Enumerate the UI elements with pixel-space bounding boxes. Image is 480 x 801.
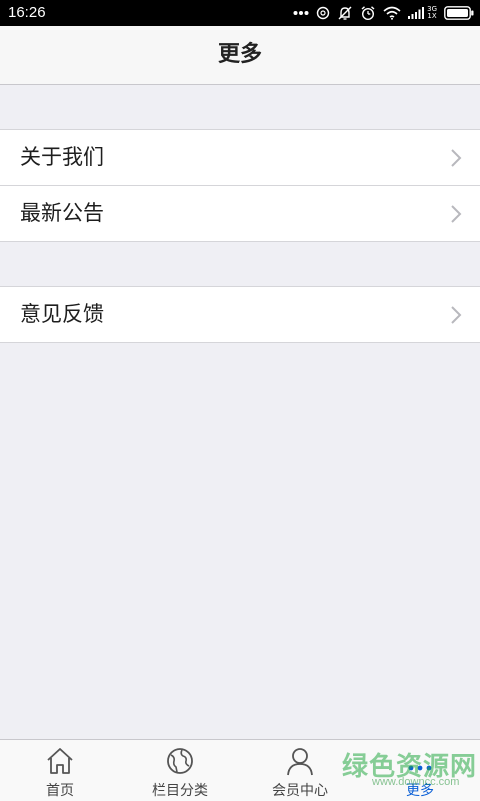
alarm-clock-icon xyxy=(360,5,376,21)
tab-more[interactable]: 更多 xyxy=(360,740,480,801)
menu-item-label: 关于我们 xyxy=(20,145,104,169)
home-icon xyxy=(47,748,73,774)
network-label-bottom: 1X xyxy=(427,12,437,20)
page-title: 更多 xyxy=(217,42,262,67)
signal-icon xyxy=(408,7,425,19)
globe-icon xyxy=(167,748,193,774)
bottom-tab-bar: 首页 栏目分类 会员中心 更多 xyxy=(0,739,480,801)
tab-categories[interactable]: 栏目分类 xyxy=(120,740,240,801)
user-icon xyxy=(287,748,313,776)
tab-label: 首页 xyxy=(46,783,74,799)
tab-home[interactable]: 首页 xyxy=(0,740,120,801)
tab-member-center[interactable]: 会员中心 xyxy=(240,740,360,801)
status-time: 16:26 xyxy=(8,4,46,21)
headset-icon xyxy=(316,6,330,20)
chevron-right-icon xyxy=(451,205,462,223)
status-bar: 16:26 3G 1X xyxy=(0,0,480,26)
network-type: 3G 1X xyxy=(427,6,437,20)
menu-item-feedback[interactable]: 意见反馈 xyxy=(0,287,480,342)
menu-item-label: 最新公告 xyxy=(20,201,104,225)
battery-icon xyxy=(444,6,474,20)
more-dots-icon xyxy=(293,10,309,16)
alarm-off-icon xyxy=(337,5,353,21)
menu-group-1: 关于我们 最新公告 xyxy=(0,129,480,242)
chevron-right-icon xyxy=(451,149,462,167)
menu-item-about-us[interactable]: 关于我们 xyxy=(0,130,480,185)
more-dots-icon xyxy=(408,765,432,771)
tab-label: 更多 xyxy=(406,783,434,799)
menu-item-latest-announcements[interactable]: 最新公告 xyxy=(0,185,480,241)
chevron-right-icon xyxy=(451,306,462,324)
tab-label: 栏目分类 xyxy=(152,783,208,799)
menu-group-2: 意见反馈 xyxy=(0,286,480,343)
wifi-icon xyxy=(383,6,401,20)
menu-item-label: 意见反馈 xyxy=(20,302,104,326)
status-icons: 3G 1X xyxy=(286,4,474,22)
tab-label: 会员中心 xyxy=(272,783,328,799)
navigation-header: 更多 xyxy=(0,26,480,85)
